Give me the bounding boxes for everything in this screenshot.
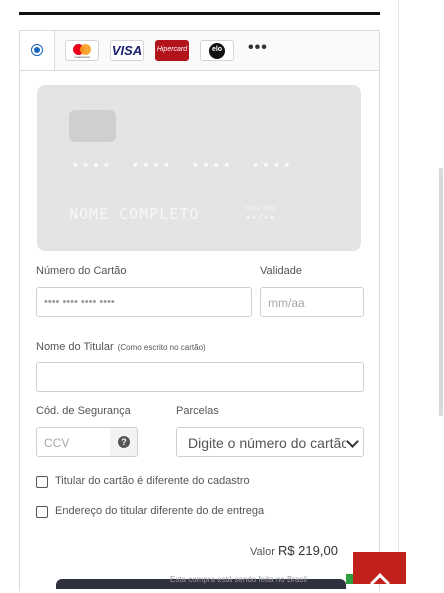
cvv-input[interactable]: CCV: [36, 427, 111, 457]
credit-card-radio[interactable]: [31, 44, 43, 56]
holder-different-checkbox[interactable]: [36, 476, 48, 488]
scroll-to-top-button[interactable]: [353, 552, 406, 593]
holder-different-label: Titular do cartão é diferente do cadastr…: [55, 475, 250, 487]
chevron-down-icon: [346, 435, 359, 448]
credit-card-payment-panel: mastercard VISA Hipercard elo ••• •••• •…: [19, 30, 380, 591]
card-preview: •••• •••• •••• •••• NOME COMPLETO VALID …: [37, 85, 361, 251]
chip-icon: [69, 110, 116, 142]
total-value-amount: R$ 219,00: [277, 543, 338, 558]
security-code-label: Cód. de Segurança: [36, 405, 131, 417]
payment-method-row[interactable]: mastercard VISA Hipercard elo •••: [20, 31, 379, 71]
top-divider: [19, 12, 380, 15]
scrollbar-thumb[interactable]: [439, 168, 443, 416]
right-gutter: [398, 0, 444, 584]
mastercard-icon: mastercard: [65, 40, 99, 61]
elo-icon: elo: [200, 40, 234, 61]
total-value: Valor R$ 219,00: [250, 543, 338, 558]
expiry-label: Validade: [260, 265, 302, 277]
payment-method-radio-cell[interactable]: [20, 31, 55, 70]
holder-name-input[interactable]: [36, 362, 364, 392]
address-different-checkbox[interactable]: [36, 506, 48, 518]
holder-name-label: Nome do Titular (Como escrito no cartão): [36, 341, 206, 353]
card-preview-number: •••• •••• •••• ••••: [71, 158, 294, 174]
card-number-input[interactable]: •••• •••• •••• ••••: [36, 287, 252, 317]
hipercard-icon: Hipercard: [155, 40, 189, 61]
card-preview-expiry: VALID THRU ••/••: [245, 206, 276, 224]
installments-select[interactable]: Digite o número do cartão: [176, 427, 364, 457]
expiry-input[interactable]: mm/aa: [260, 287, 364, 317]
address-different-label: Endereço do titular diferente do de entr…: [55, 505, 265, 517]
visa-icon: VISA: [110, 40, 144, 61]
cvv-help-button[interactable]: ?: [110, 427, 138, 457]
card-preview-name: NOME COMPLETO: [69, 205, 200, 223]
total-value-label: Valor: [250, 546, 275, 558]
question-icon: ?: [118, 436, 130, 448]
more-brands-icon[interactable]: •••: [248, 39, 268, 57]
installments-label: Parcelas: [176, 405, 219, 417]
card-number-label: Número do Cartão: [36, 265, 127, 277]
holder-name-hint: (Como escrito no cartão): [117, 343, 206, 352]
brazil-purchase-note: Esta compra está sendo feita no Brasil: [170, 575, 307, 584]
